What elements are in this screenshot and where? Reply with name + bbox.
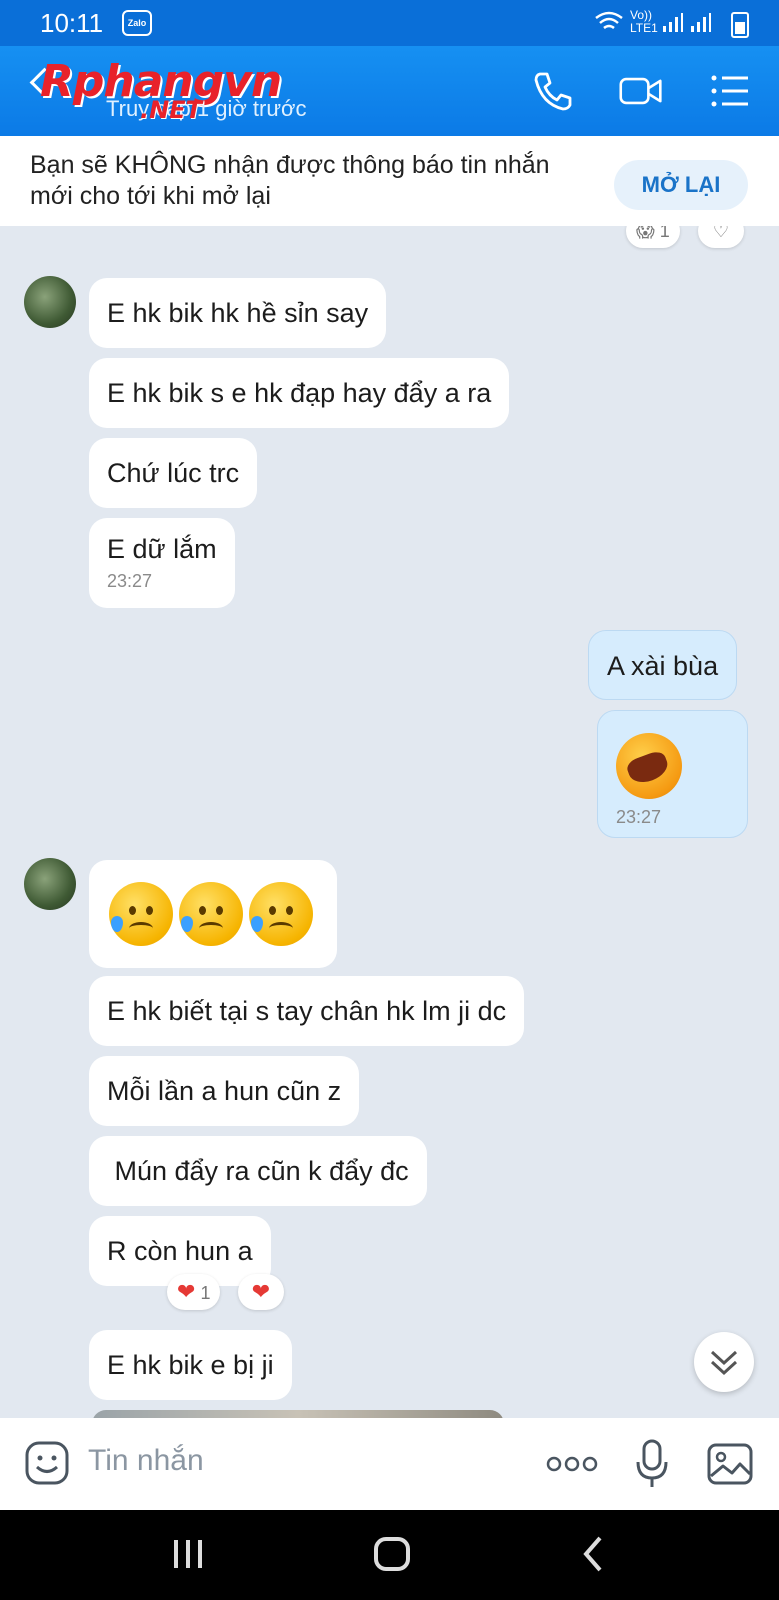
reaction-count: 1	[659, 226, 670, 241]
crying-face-emoji-icon	[109, 882, 173, 946]
phone-call-icon[interactable]	[530, 68, 576, 114]
watermark-logo-suffix: .NET	[140, 96, 202, 124]
laughing-emoji-icon	[616, 733, 682, 799]
network-type-label: Vo)) LTE1	[630, 9, 658, 35]
scream-emoji-icon: 😱	[636, 226, 655, 241]
heart-outline-icon: ♡	[712, 226, 730, 241]
video-call-icon[interactable]	[618, 68, 664, 114]
message-bubble[interactable]: E hk bik e bị ji	[89, 1330, 292, 1400]
signal-icon-2	[691, 13, 711, 32]
clock: 10:11	[40, 8, 104, 38]
image-message-preview[interactable]	[92, 1410, 504, 1418]
last-seen-subtitle: Truy cập 1 giờ trước	[106, 96, 307, 121]
message-input[interactable]: Tin nhắn	[88, 1444, 204, 1478]
double-chevron-down-icon	[710, 1350, 738, 1376]
wifi-icon	[595, 11, 623, 30]
reaction-badge[interactable]: 😱 1	[626, 226, 680, 248]
message-bubble[interactable]: Mỗi lần a hun cũn z	[89, 1056, 360, 1126]
avatar[interactable]	[24, 276, 76, 328]
chat-messages[interactable]: 😱 1 ♡ E hk bik hk hề sỉn say E hk bik s …	[0, 226, 779, 1418]
emoji-sticker-icon[interactable]	[24, 1440, 70, 1486]
zalo-notification-icon: Zalo	[122, 10, 152, 36]
crying-face-emoji-icon	[179, 882, 243, 946]
message-timestamp: 23:27	[107, 571, 153, 591]
system-navigation-bar	[0, 1510, 779, 1600]
message-bubble[interactable]: Chứ lúc trc	[89, 438, 258, 508]
recent-apps-icon[interactable]	[170, 1534, 206, 1574]
reaction-count: 1	[200, 1283, 211, 1303]
back-icon[interactable]	[578, 1534, 608, 1574]
menu-list-icon[interactable]	[708, 68, 754, 114]
battery-icon	[731, 12, 749, 38]
message-timestamp: 23:27	[616, 807, 662, 827]
banner-message: Bạn sẽ KHÔNG nhận được thông báo tin nhắ…	[30, 151, 550, 210]
message-input-bar: Tin nhắn	[0, 1418, 779, 1510]
my-sticker-bubble[interactable]: 23:27	[597, 710, 748, 838]
message-bubble[interactable]: E hk biết tại s tay chân hk lm ji dc	[89, 976, 525, 1046]
message-bubble[interactable]: E dữ lắm 23:27	[89, 518, 235, 608]
more-options-icon[interactable]	[546, 1456, 598, 1472]
reopen-notifications-button[interactable]: MỞ LẠI	[614, 160, 748, 210]
emoji-message-bubble[interactable]	[89, 860, 337, 968]
muted-notification-banner: Bạn sẽ KHÔNG nhận được thông báo tin nhắ…	[0, 136, 779, 226]
like-heart-button[interactable]: ♡	[698, 226, 744, 248]
heart-icon: ❤	[177, 1279, 196, 1304]
message-bubble[interactable]: E hk bik s e hk đạp hay đẩy a ra	[89, 358, 510, 428]
message-text: E dữ lắm	[107, 534, 217, 564]
message-bubble[interactable]: E hk bik hk hề sỉn say	[89, 278, 387, 348]
home-icon[interactable]	[372, 1534, 412, 1574]
reaction-badge[interactable]: ❤ 1	[167, 1274, 221, 1310]
microphone-icon[interactable]	[634, 1438, 670, 1490]
my-message-bubble[interactable]: A xài bùa	[588, 630, 738, 700]
heart-icon: ❤	[251, 1279, 271, 1304]
lte-label: LTE1	[630, 21, 658, 35]
react-heart-button[interactable]: ❤	[238, 1274, 284, 1310]
crying-face-emoji-icon	[249, 882, 313, 946]
signal-icon-1	[663, 13, 683, 32]
message-bubble[interactable]: Mún đẩy ra cũn k đẩy đc	[89, 1136, 427, 1206]
avatar[interactable]	[24, 858, 76, 910]
chat-header: Rphangvn Truy cập 1 giờ trước .NET	[0, 46, 779, 136]
image-gallery-icon[interactable]	[706, 1442, 754, 1486]
scroll-to-bottom-button[interactable]	[694, 1332, 754, 1392]
status-bar: 10:11 Zalo Vo)) LTE1	[0, 0, 779, 46]
